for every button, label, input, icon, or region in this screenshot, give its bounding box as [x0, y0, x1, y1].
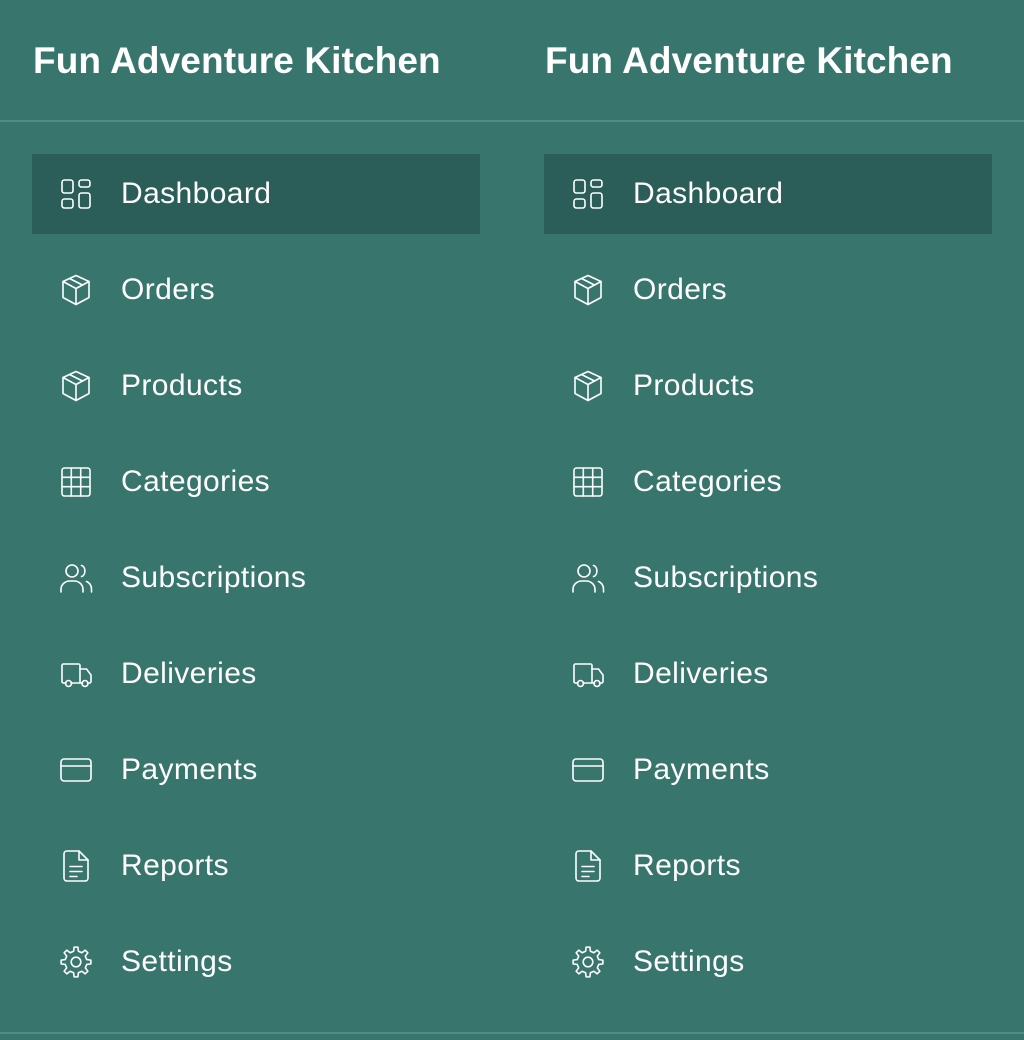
bottom-divider	[0, 1032, 1024, 1034]
sidebar-item-payments[interactable]: Payments	[544, 730, 992, 810]
sidebar-item-label: Orders	[633, 273, 728, 306]
app-title: Fun Adventure Kitchen	[545, 40, 953, 81]
sidebar-item-label: Dashboard	[121, 177, 272, 210]
sidebar-item-label: Subscriptions	[633, 561, 819, 594]
sidebar-item-label: Categories	[121, 465, 271, 498]
sidebar-item-label: Reports	[121, 849, 229, 882]
sidebar-item-products[interactable]: Products	[544, 346, 992, 426]
sidebar-app: Fun Adventure Kitchen Fun Adventure Kitc…	[0, 0, 1024, 1040]
package-icon	[58, 272, 94, 308]
sidebar-item-categories[interactable]: Categories	[544, 442, 992, 522]
sidebar-item-label: Settings	[121, 945, 233, 978]
users-icon	[570, 560, 606, 596]
document-icon	[58, 848, 94, 884]
users-icon	[58, 560, 94, 596]
dashboard-icon	[570, 176, 606, 212]
sidebar-item-orders[interactable]: Orders	[32, 250, 480, 330]
sidebar-item-deliveries[interactable]: Deliveries	[32, 634, 480, 714]
sidebar-item-categories[interactable]: Categories	[32, 442, 480, 522]
sidebar-item-label: Orders	[121, 273, 216, 306]
app-title: Fun Adventure Kitchen	[33, 40, 441, 81]
truck-icon	[570, 656, 606, 692]
sidebar-item-dashboard[interactable]: Dashboard	[544, 154, 992, 234]
package-icon	[58, 368, 94, 404]
package-icon	[570, 368, 606, 404]
sidebar-item-settings[interactable]: Settings	[544, 922, 992, 1002]
truck-icon	[58, 656, 94, 692]
sidebar-item-products[interactable]: Products	[32, 346, 480, 426]
sidebar-item-label: Products	[121, 369, 243, 402]
sidebar-item-subscriptions[interactable]: Subscriptions	[32, 538, 480, 618]
sidebar-item-label: Dashboard	[633, 177, 784, 210]
sidebar-item-label: Categories	[633, 465, 783, 498]
sidebar-item-label: Settings	[633, 945, 745, 978]
sidebar-item-label: Reports	[633, 849, 741, 882]
sidebar-nav: Dashboard Orders Products Categories Subscri…	[32, 154, 480, 1018]
sidebar-nav: Dashboard Orders Products Categories Subscri…	[544, 154, 992, 1018]
sidebar-item-label: Subscriptions	[121, 561, 307, 594]
sidebar-item-orders[interactable]: Orders	[544, 250, 992, 330]
document-icon	[570, 848, 606, 884]
grid-icon	[570, 464, 606, 500]
sidebar-item-payments[interactable]: Payments	[32, 730, 480, 810]
package-icon	[570, 272, 606, 308]
gear-icon	[570, 944, 606, 980]
sidebar-item-label: Payments	[121, 753, 258, 786]
dashboard-icon	[58, 176, 94, 212]
sidebar-item-deliveries[interactable]: Deliveries	[544, 634, 992, 714]
sidebar-item-subscriptions[interactable]: Subscriptions	[544, 538, 992, 618]
sidebar-item-label: Payments	[633, 753, 770, 786]
sidebar-item-reports[interactable]: Reports	[544, 826, 992, 906]
sidebar-header: Fun Adventure Kitchen Fun Adventure Kitc…	[0, 0, 1024, 122]
grid-icon	[58, 464, 94, 500]
sidebar-item-label: Deliveries	[121, 657, 257, 690]
gear-icon	[58, 944, 94, 980]
sidebar-item-dashboard[interactable]: Dashboard	[32, 154, 480, 234]
sidebar-item-label: Deliveries	[633, 657, 769, 690]
sidebar-item-label: Products	[633, 369, 755, 402]
credit-card-icon	[58, 752, 94, 788]
sidebar-item-settings[interactable]: Settings	[32, 922, 480, 1002]
sidebar-item-reports[interactable]: Reports	[32, 826, 480, 906]
credit-card-icon	[570, 752, 606, 788]
